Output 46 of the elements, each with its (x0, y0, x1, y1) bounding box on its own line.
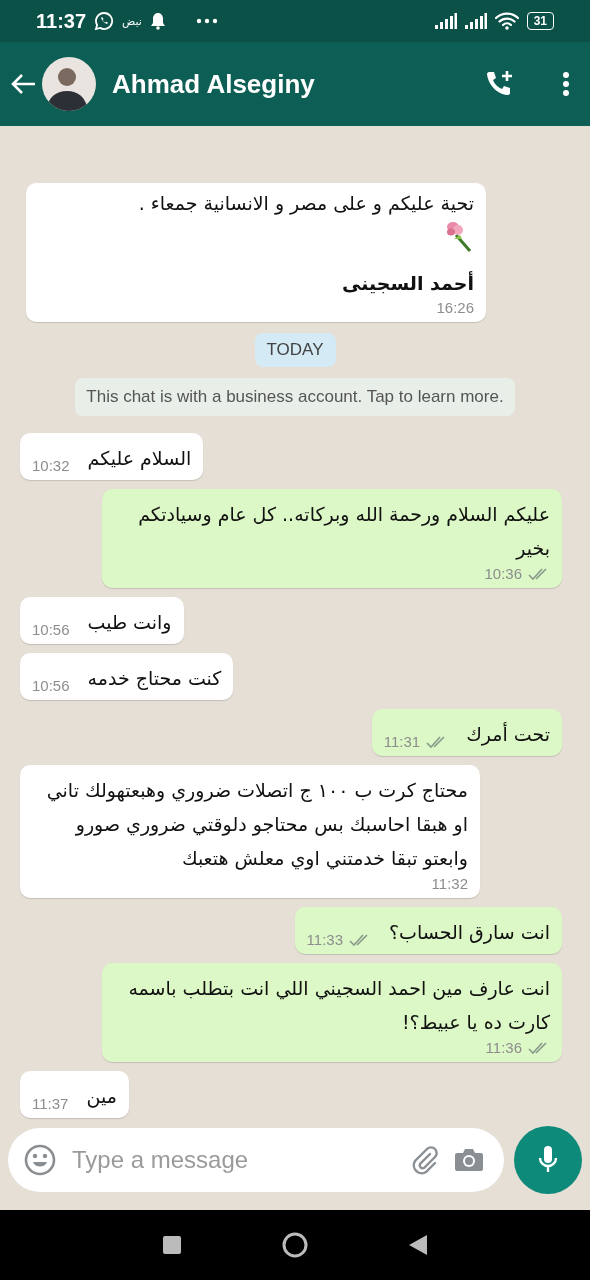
microphone-icon (537, 1145, 559, 1175)
double-tick-icon (349, 933, 371, 947)
message-text: أحمد السجينى (341, 270, 474, 296)
signal-icon (464, 13, 487, 29)
battery-level: 31 (526, 12, 554, 30)
message-text: محتاج كرت ب ١٠٠ ج اتصلات ضروري وهبعتهولك تاني او هبقا احاسبك بس محتاجو دلوقتي ضروري صورو وابعتو تبقا خدمتني اوي معلش هتعبك (45, 778, 468, 872)
message-time: 11:33 (306, 931, 343, 949)
message-composer[interactable]: Type a message (8, 1128, 504, 1192)
whatsapp-icon (94, 11, 115, 31)
double-tick-icon (528, 567, 550, 581)
emoji-icon[interactable] (24, 1144, 56, 1176)
message-text: عليكم السلام ورحمة الله وبركاته.. كل عام وسيادتكم بخير (137, 502, 550, 562)
message-time: 16:26 (436, 299, 474, 317)
business-notice[interactable]: This chat is with a business account. Tap to learn more. (75, 378, 515, 416)
home-icon[interactable] (281, 1231, 309, 1259)
message-time: 11:37 (32, 1095, 69, 1113)
message-time: 10:56 (32, 621, 70, 639)
message-text: انت عارف مين احمد السجيني اللي انت بتطلب باسمه كارت ده يا عبيط؟! (127, 976, 550, 1036)
signal-icon (434, 13, 457, 29)
menu-icon[interactable] (562, 71, 570, 97)
message-text: وانت طيب (87, 610, 172, 636)
message-text: السلام عليكم (87, 446, 192, 472)
wifi-icon (494, 12, 519, 30)
attach-icon[interactable] (410, 1145, 440, 1175)
message-time: 11:36 (485, 1039, 522, 1057)
message-text: تحية عليكم و على مصر و الانسانية جمعاء . (137, 191, 474, 217)
more-icon (195, 18, 218, 24)
message-time: 10:36 (484, 565, 522, 583)
message-text: تحت أمرك (466, 721, 550, 748)
back-arrow-icon[interactable] (10, 73, 36, 95)
avatar[interactable] (42, 57, 96, 111)
message-time: 11:32 (431, 875, 468, 893)
double-tick-icon (528, 1041, 550, 1055)
clock-time: 11:37 (36, 9, 87, 33)
camera-icon[interactable] (454, 1147, 484, 1173)
date-label: TODAY (254, 333, 336, 367)
message-time: 11:31 (383, 733, 421, 751)
message-text: مين (86, 1084, 117, 1110)
bell-icon (149, 12, 166, 30)
message-time: 10:32 (32, 457, 70, 475)
message-time: 10:56 (32, 677, 70, 695)
notification-text: نبض (122, 14, 142, 28)
message-text: كنت محتاج خدمه (87, 666, 222, 692)
message-text: انت سارق الحساب؟ (389, 920, 550, 946)
bouquet-icon (444, 219, 474, 253)
back-icon[interactable] (409, 1235, 427, 1255)
